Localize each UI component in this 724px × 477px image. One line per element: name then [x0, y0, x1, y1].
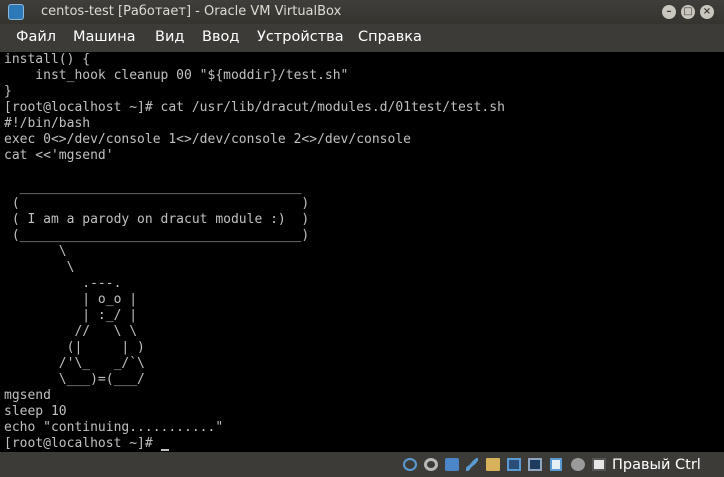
- terminal-line: .---.: [4, 276, 122, 291]
- menu-machine[interactable]: Машина: [73, 29, 135, 45]
- terminal-line: \: [4, 244, 67, 259]
- menu-view[interactable]: Вид: [155, 29, 184, 45]
- terminal-line: sleep 10: [4, 404, 67, 419]
- terminal-line: install() {: [4, 52, 91, 67]
- usb-icon[interactable]: [466, 458, 478, 471]
- audio-icon[interactable]: [424, 458, 438, 471]
- optical-drive-icon[interactable]: [403, 458, 417, 471]
- video-capture-icon[interactable]: [528, 458, 542, 471]
- terminal-line: (| | ): [4, 340, 145, 355]
- maximize-icon[interactable]: □: [681, 5, 695, 19]
- terminal-line: \: [4, 260, 75, 275]
- network-icon[interactable]: [445, 458, 459, 471]
- terminal-line: ____________________________________: [4, 180, 302, 195]
- terminal-line: }: [4, 84, 12, 99]
- terminal-cursor: [160, 449, 169, 451]
- minimize-icon[interactable]: –: [662, 5, 676, 19]
- menu-devices[interactable]: Устройства: [257, 29, 344, 45]
- terminal-line: mgsend: [4, 388, 51, 403]
- display-icon[interactable]: [507, 458, 521, 471]
- menu-input[interactable]: Ввод: [202, 29, 239, 45]
- menu-help[interactable]: Справка: [358, 29, 422, 45]
- terminal-line: [root@localhost ~]# cat /usr/lib/dracut/…: [4, 100, 505, 115]
- terminal-line: echo "continuing...........": [4, 420, 224, 435]
- keyboard-icon[interactable]: [592, 458, 606, 471]
- terminal-line: exec 0<>/dev/console 1<>/dev/console 2<>…: [4, 132, 411, 147]
- terminal-line: // \ \: [4, 324, 138, 339]
- terminal-line: cat <<'mgsend': [4, 148, 114, 163]
- terminal-line: | o_o |: [4, 292, 138, 307]
- host-key-label[interactable]: Правый Ctrl: [612, 457, 701, 473]
- terminal-line: (____________________________________): [4, 228, 310, 243]
- vm-display[interactable]: install() { inst_hook cleanup 00 "${modd…: [0, 52, 724, 452]
- terminal-line: | :_/ |: [4, 308, 138, 323]
- status-bar: Правый Ctrl: [0, 452, 724, 477]
- terminal-line: #!/bin/bash: [4, 116, 91, 131]
- recording-icon[interactable]: [550, 458, 562, 471]
- terminal-line: inst_hook cleanup 00 "${moddir}/test.sh": [4, 68, 349, 83]
- virtualbox-app-icon: [8, 4, 24, 20]
- terminal-prompt-line: [root@localhost ~]#: [4, 436, 169, 452]
- window-title: centos-test [Работает] - Oracle VM Virtu…: [41, 4, 342, 19]
- terminal-line: ( I am a parody on dracut module :) ): [4, 212, 310, 227]
- close-icon[interactable]: ×: [700, 5, 714, 19]
- terminal-line: ( ): [4, 196, 310, 211]
- terminal-prompt: [root@localhost ~]#: [4, 436, 161, 451]
- terminal-line: \___)=(___/: [4, 372, 145, 387]
- mouse-integration-icon[interactable]: [571, 458, 585, 471]
- terminal-line: /'\_ _/`\: [4, 356, 145, 371]
- title-bar: centos-test [Работает] - Oracle VM Virtu…: [0, 0, 724, 24]
- menu-bar: Файл Машина Вид Ввод Устройства Справка: [0, 24, 724, 52]
- shared-folders-icon[interactable]: [486, 458, 500, 471]
- menu-file[interactable]: Файл: [16, 29, 56, 45]
